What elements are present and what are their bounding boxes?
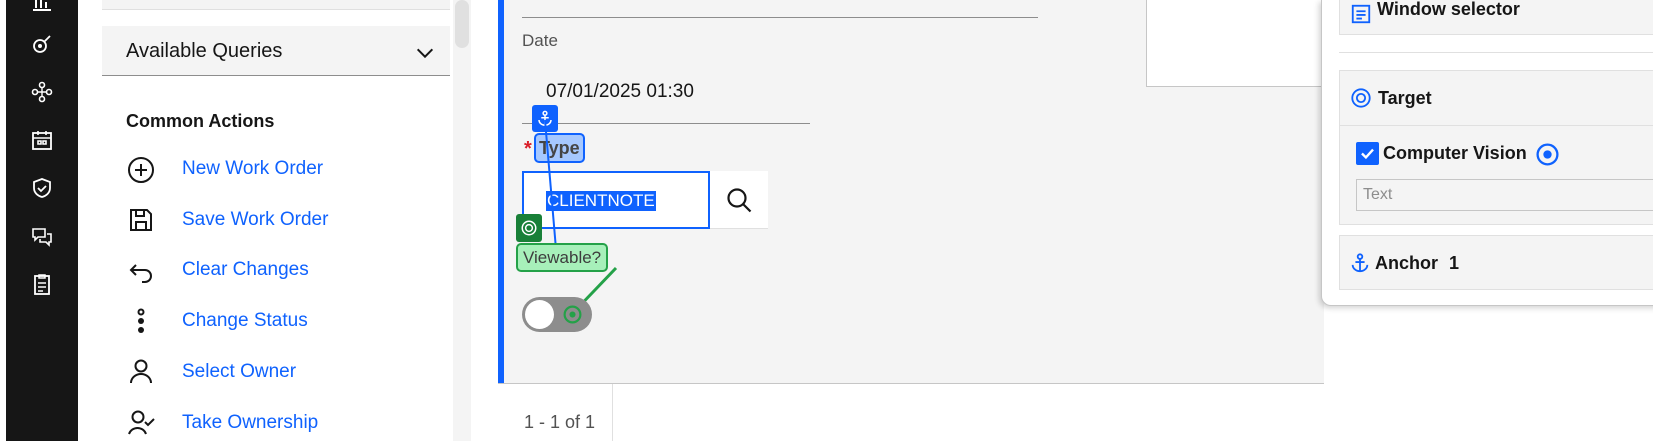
nav-calendar-icon[interactable]: [30, 128, 54, 152]
target-label: Target: [1378, 88, 1432, 108]
common-actions-title: Common Actions: [126, 111, 275, 131]
toggle-knob: [525, 300, 554, 329]
nav-chat-icon[interactable]: [30, 224, 54, 248]
anchor-label: Anchor: [1375, 253, 1438, 273]
action-change-status[interactable]: Change Status: [182, 310, 308, 332]
target-section: Target Computer Vision Text: [1339, 70, 1653, 225]
computer-vision-checkbox[interactable]: [1356, 142, 1379, 165]
text-type-select[interactable]: Text: [1356, 179, 1653, 211]
nav-rail: [6, 0, 78, 441]
viewable-label: Viewable?: [516, 243, 609, 272]
action-take-ownership[interactable]: Take Ownership: [182, 412, 318, 434]
nav-tools-icon[interactable]: [30, 32, 54, 56]
window-selector-row[interactable]: Window selector: [1339, 0, 1653, 35]
field-underline: [522, 17, 1038, 18]
add-circle-icon: [128, 157, 154, 183]
anchor-icon: [1351, 253, 1369, 273]
nav-network-icon[interactable]: [30, 80, 54, 104]
window-selector-label: Window selector: [1377, 0, 1520, 19]
checkmark-icon: [1361, 148, 1374, 160]
computer-vision-target-icon[interactable]: [1535, 142, 1560, 167]
search-icon: [727, 188, 752, 213]
target-marker: [516, 214, 542, 242]
available-queries-dropdown[interactable]: Available Queries: [102, 26, 450, 76]
action-save-work-order[interactable]: Save Work Order: [182, 209, 328, 231]
left-panel-scrollbar[interactable]: [453, 0, 471, 441]
previous-section-edge: [102, 0, 450, 10]
pagination-separator: [612, 384, 613, 441]
panel-divider: [1339, 52, 1653, 53]
available-queries-label: Available Queries: [126, 40, 283, 62]
nav-bar-chart-icon[interactable]: [30, 0, 54, 14]
nav-shield-check-icon[interactable]: [30, 176, 54, 200]
nav-clipboard-icon[interactable]: [30, 272, 54, 296]
action-select-owner[interactable]: Select Owner: [182, 361, 296, 383]
pagination-divider: [498, 383, 1324, 384]
save-icon: [130, 209, 152, 231]
undo-icon: [129, 264, 152, 283]
action-new-work-order[interactable]: New Work Order: [182, 158, 323, 180]
user-icon: [130, 359, 152, 384]
side-text-box[interactable]: [1146, 0, 1336, 87]
text-type-select-value: Text: [1363, 186, 1393, 203]
viewable-label-text: Viewable?: [523, 248, 602, 267]
anchor-section[interactable]: Anchor 1: [1339, 235, 1653, 290]
target-icon: [521, 220, 537, 236]
overflow-vertical-icon: [137, 308, 145, 333]
pagination-text: 1 - 1 of 1: [524, 412, 596, 432]
target-icon: [1351, 88, 1371, 108]
anchor-count: 1: [1449, 253, 1460, 273]
action-clear-changes[interactable]: Clear Changes: [182, 259, 309, 281]
window-selector-icon: [1351, 4, 1371, 24]
date-label: Date: [522, 31, 558, 50]
target-point-icon: [563, 305, 582, 324]
target-header[interactable]: Target: [1340, 71, 1653, 126]
chevron-down-icon[interactable]: [414, 42, 436, 64]
type-search-button[interactable]: [710, 171, 768, 229]
viewable-toggle[interactable]: [522, 297, 592, 332]
computer-vision-label: Computer Vision: [1383, 143, 1527, 163]
scrollbar-thumb[interactable]: [455, 0, 469, 48]
user-check-icon: [128, 410, 155, 435]
